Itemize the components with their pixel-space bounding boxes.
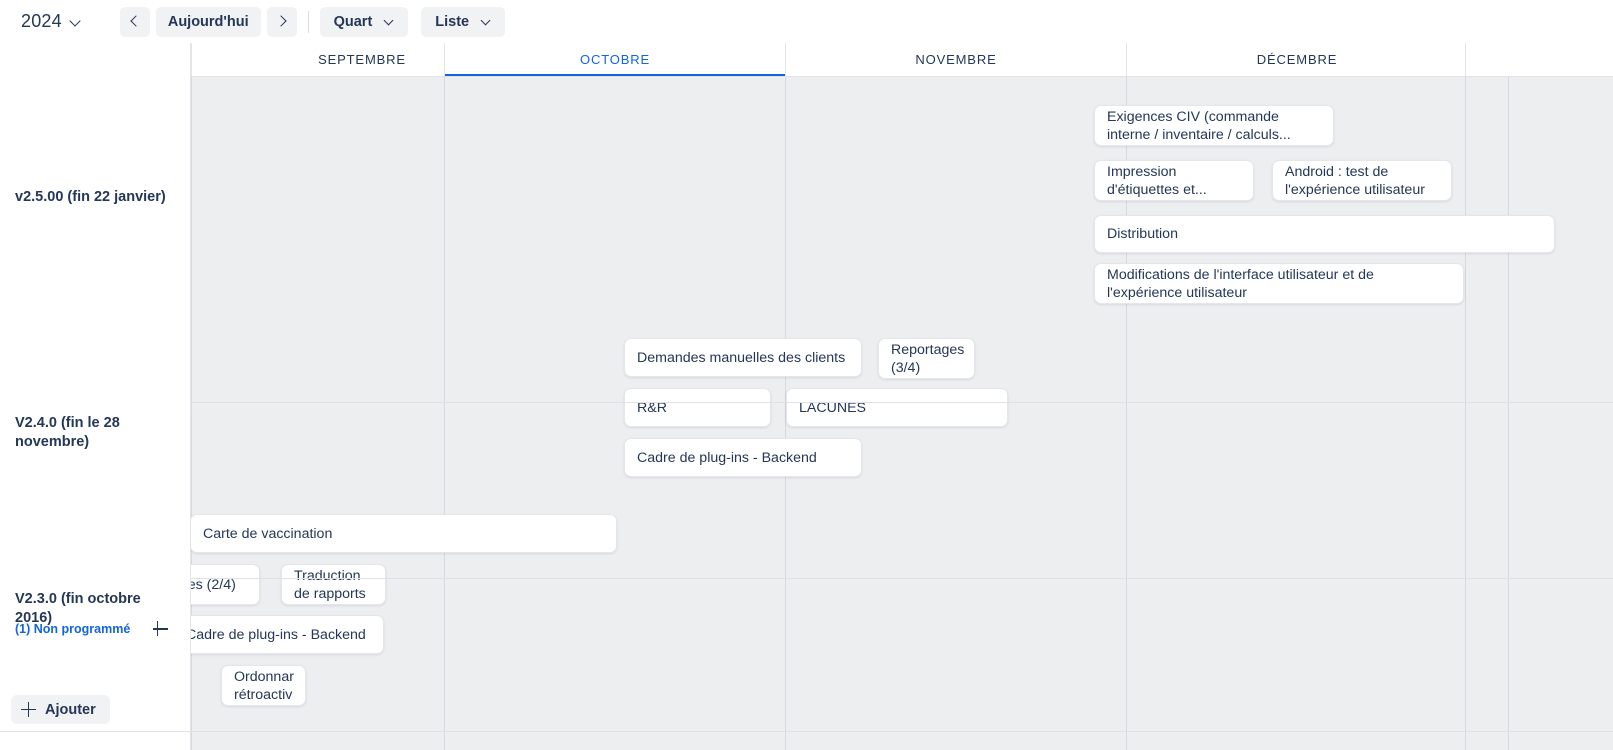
toolbar: 2024 Aujourd'hui Quart Liste [0, 0, 1613, 43]
timeline-card[interactable]: Cadre de plug-ins - Backend [624, 438, 862, 477]
timeline-card-label: Distribution [1107, 226, 1178, 242]
view-mode-dropdown[interactable]: Liste [421, 6, 506, 37]
month-header-cell[interactable]: DÉCEMBRE [1126, 43, 1467, 76]
zoom-level-dropdown[interactable]: Quart [319, 6, 409, 37]
chevron-down-icon [385, 16, 396, 27]
timeline-card-label: Impression d'étiquettes et... [1107, 163, 1207, 198]
month-label: DÉCEMBRE [1256, 52, 1338, 67]
timeline-card-label: Demandes manuelles des clients [637, 349, 846, 366]
chevron-down-icon [482, 16, 493, 27]
timeline-card[interactable]: Traduction de rapports [281, 564, 386, 605]
unscheduled-row: (1) Non programmé [15, 619, 180, 639]
month-header-cell[interactable]: NOVEMBRE [785, 43, 1126, 76]
timeline-card-label: Cadre de plug-ins - Backend [637, 449, 817, 466]
timeline-card[interactable]: LACUNES [786, 388, 1008, 427]
timeline-card-label: Ordonnar rétroactiv [234, 668, 294, 703]
timeline-card-label: Android : test de l'expérience utilisate… [1285, 163, 1425, 198]
month-label: NOVEMBRE [915, 52, 997, 67]
view-mode-label: Liste [435, 13, 470, 30]
timeline-card[interactable]: Exigences CIV (commande interne / invent… [1094, 105, 1334, 146]
chevron-left-icon [130, 17, 139, 26]
chevron-right-icon [277, 17, 286, 26]
timeline-card-label: Modifications de l'interface utilisateur… [1107, 266, 1374, 301]
prev-period-button[interactable] [119, 6, 150, 37]
plus-icon [21, 702, 36, 717]
group-gutter-column: v2.5.00 (fin 22 janvier) V2.4.0 (fin le 2… [0, 76, 191, 750]
zoom-level-label: Quart [333, 13, 373, 30]
timeline-card-label: Traduction de rapports [294, 567, 366, 602]
timeline-card[interactable]: Distribution [1094, 215, 1555, 253]
month-header-cell-partial[interactable] [1465, 43, 1613, 76]
timeline-card[interactable]: Reportages (3/4) [878, 338, 975, 379]
timeline-card[interactable]: Android : test de l'expérience utilisate… [1272, 160, 1452, 201]
next-period-button[interactable] [266, 6, 297, 37]
today-button[interactable]: Aujourd'hui [155, 6, 261, 37]
month-label: OCTOBRE [580, 52, 650, 67]
timeline-card-label: Exigences CIV (commande interne / invent… [1107, 108, 1291, 143]
month-header-row: SEPTEMBRE OCTOBRE NOVEMBRE DÉCEMBRE [0, 43, 1613, 77]
timeline-card-label: Carte de vaccination [203, 525, 333, 542]
timeline-card[interactable]: Ordonnar rétroactiv [221, 665, 306, 706]
row-separator [0, 578, 1613, 579]
timeline-card[interactable]: Cadre de plug-ins - Backend [191, 615, 384, 654]
timeline-card-label: Cadre de plug-ins - Backend [191, 626, 366, 643]
timeline-card-label: Reportages (3/4) [891, 341, 965, 376]
year-label: 2024 [21, 11, 62, 31]
group-label[interactable]: V2.4.0 (fin le 28 novembre) [15, 414, 180, 452]
date-nav-group: Aujourd'hui [119, 6, 297, 37]
timeline-card[interactable]: Carte de vaccination [191, 514, 617, 553]
toolbar-divider [307, 10, 309, 33]
month-header-cell[interactable]: OCTOBRE [444, 43, 785, 77]
timeline-card[interactable]: Modifications de l'interface utilisateur… [1094, 263, 1464, 304]
plus-icon[interactable] [150, 619, 170, 639]
timeline-card[interactable]: Demandes manuelles des clients [624, 338, 862, 377]
row-separator [0, 402, 1613, 403]
timeline-card[interactable]: ...ges (2/4) [191, 564, 260, 605]
add-button[interactable]: Ajouter [11, 695, 110, 724]
cards-layer: Exigences CIV (commande interne / invent… [191, 76, 1613, 750]
row-separator [0, 76, 1613, 77]
header-gutter [0, 43, 191, 76]
timeline-card[interactable]: R&R [624, 388, 771, 427]
add-button-label: Ajouter [45, 701, 96, 718]
year-selector[interactable]: 2024 [15, 7, 88, 36]
timeline-body: v2.5.00 (fin 22 janvier) V2.4.0 (fin le 2… [0, 76, 1613, 750]
unscheduled-link[interactable]: (1) Non programmé [15, 622, 130, 636]
bottom-separator [0, 731, 1613, 732]
chevron-down-icon [71, 16, 82, 27]
month-label: SEPTEMBRE [318, 52, 406, 67]
timeline-card[interactable]: Impression d'étiquettes et... [1094, 160, 1254, 201]
group-label[interactable]: v2.5.00 (fin 22 janvier) [15, 188, 180, 207]
